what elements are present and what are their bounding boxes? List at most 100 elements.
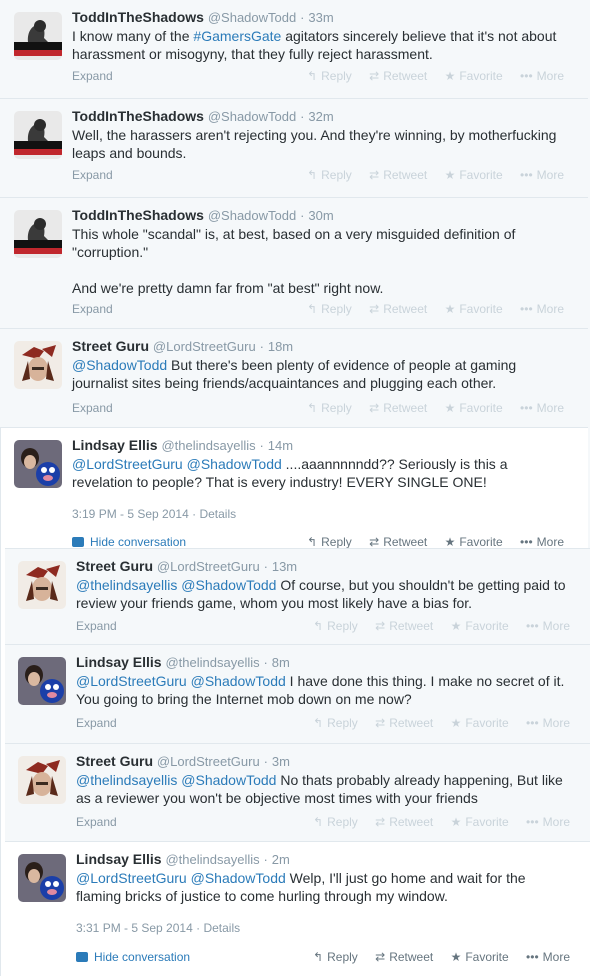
tweet-lindsay-expanded-2[interactable]: Lindsay Ellis @thelindsayellis · 2m @Lor… — [5, 842, 590, 976]
tweet-todd-3[interactable]: ToddInTheShadows @ShadowTodd · 30m This … — [0, 198, 588, 329]
more-button[interactable]: ••• More — [520, 166, 564, 184]
retweet-button[interactable]: ⇄ Retweet — [369, 300, 427, 318]
avatar-streetguru[interactable] — [14, 341, 62, 389]
reply-button[interactable]: ↰ Reply — [313, 714, 358, 732]
tweet-time[interactable]: 2m — [272, 852, 290, 867]
expand-link[interactable]: Expand — [72, 166, 113, 184]
tweet-timestamp[interactable]: 3:19 PM - 5 Sep 2014 — [72, 507, 189, 521]
retweet-button[interactable]: ⇄ Retweet — [375, 714, 433, 732]
tweet-time[interactable]: 14m — [268, 438, 293, 453]
more-button[interactable]: ••• More — [520, 300, 564, 318]
mention-link[interactable]: @ShadowTodd — [72, 357, 167, 373]
tweet-time[interactable]: 3m — [272, 754, 290, 769]
tweet-fullname[interactable]: Lindsay Ellis — [76, 654, 162, 670]
mention-link[interactable]: @ShadowTodd — [187, 456, 282, 472]
hide-conversation-link[interactable]: Hide conversation — [76, 948, 190, 966]
hashtag-link[interactable]: #GamersGate — [193, 28, 281, 44]
favorite-button[interactable]: ★ Favorite — [451, 617, 509, 635]
favorite-button[interactable]: ★ Favorite — [451, 813, 509, 831]
favorite-button[interactable]: ★ Favorite — [451, 948, 509, 966]
reply-button[interactable]: ↰ Reply — [307, 300, 352, 318]
tweet-time[interactable]: 32m — [308, 109, 333, 124]
retweet-button[interactable]: ⇄ Retweet — [369, 67, 427, 85]
mention-link[interactable]: @LordStreetGuru — [76, 870, 187, 886]
avatar-streetguru[interactable] — [18, 756, 66, 804]
avatar-lindsay[interactable] — [14, 440, 62, 488]
tweet-fullname[interactable]: Street Guru — [76, 558, 153, 574]
tweet-timestamp[interactable]: 3:31 PM - 5 Sep 2014 — [76, 921, 193, 935]
tweet-username[interactable]: @thelindsayellis — [165, 852, 259, 867]
tweet-fullname[interactable]: ToddInTheShadows — [72, 9, 204, 25]
tweet-fullname[interactable]: ToddInTheShadows — [72, 207, 204, 223]
reply-button[interactable]: ↰ Reply — [307, 67, 352, 85]
favorite-button[interactable]: ★ Favorite — [445, 300, 503, 318]
tweet-fullname[interactable]: Lindsay Ellis — [76, 851, 162, 867]
avatar-streetguru[interactable] — [18, 561, 66, 609]
tweet-time[interactable]: 18m — [268, 339, 293, 354]
mention-link[interactable]: @thelindsayellis — [76, 577, 177, 593]
tweet-time[interactable]: 8m — [272, 655, 290, 670]
tweet-time[interactable]: 13m — [272, 559, 297, 574]
tweet-lindsay-2[interactable]: Lindsay Ellis @thelindsayellis · 8m @Lor… — [5, 645, 590, 744]
expand-link[interactable]: Expand — [72, 399, 113, 417]
expand-link[interactable]: Expand — [76, 813, 117, 831]
favorite-button[interactable]: ★ Favorite — [445, 399, 503, 417]
avatar-todd[interactable] — [14, 111, 62, 159]
details-link[interactable]: Details — [199, 507, 236, 521]
more-button[interactable]: ••• More — [526, 714, 570, 732]
tweet-username[interactable]: @ShadowTodd — [208, 10, 296, 25]
tweet-username[interactable]: @thelindsayellis — [165, 655, 259, 670]
avatar-todd[interactable] — [14, 210, 62, 258]
mention-link[interactable]: @ShadowTodd — [191, 870, 286, 886]
avatar-lindsay[interactable] — [18, 854, 66, 902]
tweet-streetguru-2[interactable]: Street Guru @LordStreetGuru · 13m @theli… — [5, 548, 590, 645]
tweet-username[interactable]: @LordStreetGuru — [153, 339, 256, 354]
mention-link[interactable]: @ShadowTodd — [181, 577, 276, 593]
tweet-username[interactable]: @LordStreetGuru — [157, 754, 260, 769]
avatar-todd[interactable] — [14, 12, 62, 60]
favorite-button[interactable]: ★ Favorite — [451, 714, 509, 732]
tweet-todd-2[interactable]: ToddInTheShadows @ShadowTodd · 32m Well,… — [0, 99, 588, 198]
tweet-username[interactable]: @ShadowTodd — [208, 109, 296, 124]
expand-link[interactable]: Expand — [72, 300, 113, 318]
more-button[interactable]: ••• More — [520, 67, 564, 85]
more-button[interactable]: ••• More — [526, 948, 570, 966]
tweet-username[interactable]: @thelindsayellis — [161, 438, 255, 453]
tweet-lindsay-expanded[interactable]: Lindsay Ellis @thelindsayellis · 14m @Lo… — [0, 428, 588, 549]
retweet-button[interactable]: ⇄ Retweet — [375, 813, 433, 831]
reply-button[interactable]: ↰ Reply — [313, 813, 358, 831]
tweet-fullname[interactable]: ToddInTheShadows — [72, 108, 204, 124]
more-button[interactable]: ••• More — [526, 617, 570, 635]
mention-link[interactable]: @LordStreetGuru — [72, 456, 183, 472]
expand-link[interactable]: Expand — [76, 617, 117, 635]
retweet-button[interactable]: ⇄ Retweet — [369, 166, 427, 184]
reply-button[interactable]: ↰ Reply — [313, 948, 358, 966]
more-button[interactable]: ••• More — [520, 399, 564, 417]
tweet-streetguru-3[interactable]: Street Guru @LordStreetGuru · 3m @thelin… — [5, 744, 590, 842]
avatar-lindsay[interactable] — [18, 657, 66, 705]
tweet-time[interactable]: 33m — [308, 10, 333, 25]
reply-button[interactable]: ↰ Reply — [307, 166, 352, 184]
tweet-todd-1[interactable]: ToddInTheShadows @ShadowTodd · 33m I kno… — [0, 0, 588, 99]
retweet-button[interactable]: ⇄ Retweet — [375, 948, 433, 966]
mention-link[interactable]: @LordStreetGuru — [76, 673, 187, 689]
favorite-button[interactable]: ★ Favorite — [445, 67, 503, 85]
reply-button[interactable]: ↰ Reply — [313, 617, 358, 635]
tweet-fullname[interactable]: Street Guru — [76, 753, 153, 769]
tweet-fullname[interactable]: Lindsay Ellis — [72, 437, 158, 453]
mention-link[interactable]: @ShadowTodd — [191, 673, 286, 689]
tweet-fullname[interactable]: Street Guru — [72, 338, 149, 354]
tweet-streetguru-1[interactable]: Street Guru @LordStreetGuru · 18m @Shado… — [0, 329, 588, 428]
retweet-button[interactable]: ⇄ Retweet — [375, 617, 433, 635]
expand-link[interactable]: Expand — [72, 67, 113, 85]
tweet-time[interactable]: 30m — [308, 208, 333, 223]
details-link[interactable]: Details — [203, 921, 240, 935]
more-button[interactable]: ••• More — [526, 813, 570, 831]
tweet-username[interactable]: @ShadowTodd — [208, 208, 296, 223]
mention-link[interactable]: @ShadowTodd — [181, 772, 276, 788]
retweet-button[interactable]: ⇄ Retweet — [369, 399, 427, 417]
expand-link[interactable]: Expand — [76, 714, 117, 732]
favorite-button[interactable]: ★ Favorite — [445, 166, 503, 184]
tweet-username[interactable]: @LordStreetGuru — [157, 559, 260, 574]
mention-link[interactable]: @thelindsayellis — [76, 772, 177, 788]
